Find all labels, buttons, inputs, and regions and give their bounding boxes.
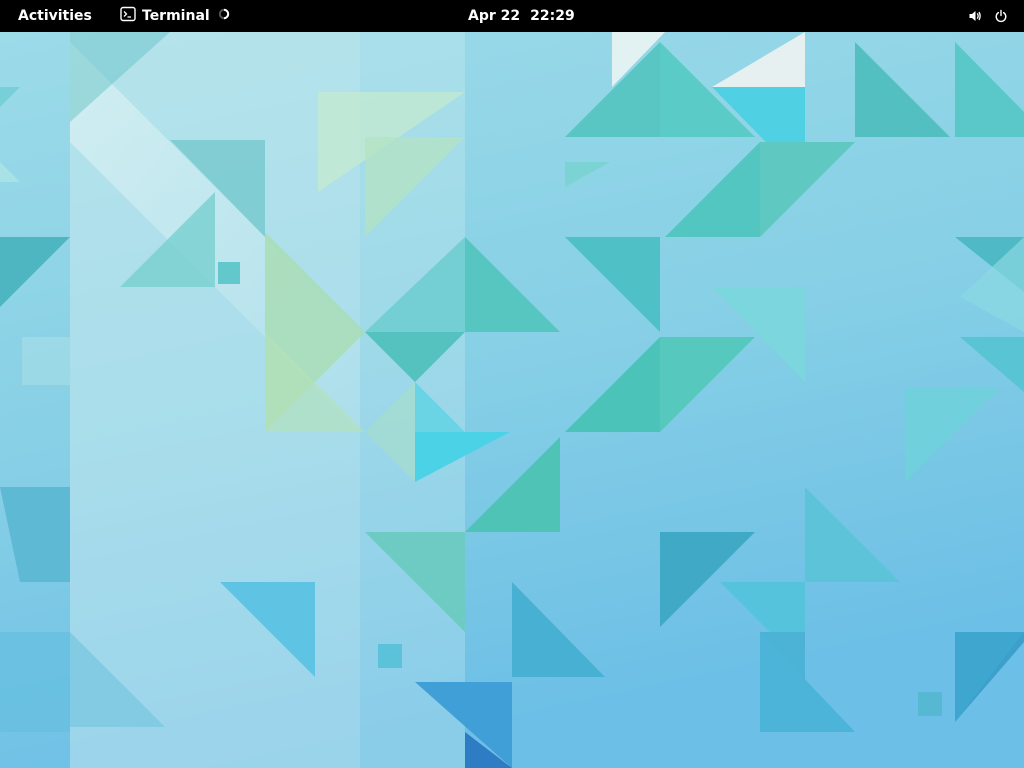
- volume-icon: [968, 9, 982, 23]
- app-name-label: Terminal: [142, 8, 210, 24]
- activities-button[interactable]: Activities: [18, 0, 92, 32]
- top-bar: Activities Terminal Apr 22 22:29: [0, 0, 1024, 32]
- power-icon: [994, 9, 1008, 23]
- clock-date: Apr 22: [468, 8, 521, 24]
- system-menu-button[interactable]: [956, 0, 1008, 32]
- desktop: Activities Terminal Apr 22 22:29: [0, 0, 1024, 768]
- terminal-icon: [120, 6, 136, 26]
- clock-time: 22:29: [530, 8, 575, 24]
- clock-button[interactable]: Apr 22 22:29: [468, 0, 575, 32]
- desktop-wallpaper: [0, 32, 1024, 768]
- loading-spinner-icon: [218, 8, 230, 24]
- app-menu-button[interactable]: Terminal: [120, 0, 230, 32]
- activities-label: Activities: [18, 8, 92, 24]
